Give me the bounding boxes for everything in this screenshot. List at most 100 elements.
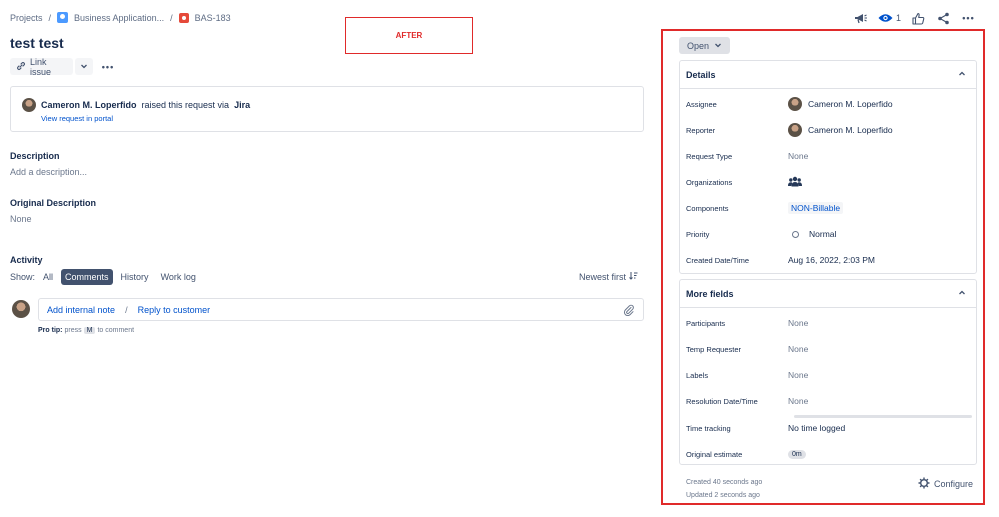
filter-comments[interactable]: Comments bbox=[61, 269, 113, 285]
created-date-value[interactable]: Aug 16, 2022, 2:03 PM bbox=[788, 255, 875, 265]
organizations-value[interactable] bbox=[788, 176, 802, 189]
paperclip-icon[interactable] bbox=[623, 304, 635, 317]
details-panel: Details Assignee Cameron M. Loperfido Re… bbox=[679, 60, 977, 274]
field-row-reporter: Reporter Cameron M. Loperfido bbox=[686, 120, 976, 140]
reply-to-customer-button[interactable]: Reply to customer bbox=[138, 305, 211, 315]
field-row-temp-requester: Temp Requester None bbox=[686, 339, 976, 359]
field-label: Reporter bbox=[686, 125, 716, 135]
time-tracking-value[interactable]: No time logged bbox=[788, 423, 845, 433]
issue-title[interactable]: test test bbox=[10, 35, 64, 51]
field-label: Original estimate bbox=[686, 449, 743, 459]
status-button[interactable]: Open bbox=[679, 37, 730, 54]
temp-requester-value[interactable]: None bbox=[788, 344, 808, 354]
raised-text: raised this request via bbox=[141, 100, 230, 110]
field-row-organizations: Organizations bbox=[686, 172, 976, 192]
field-label: Components bbox=[686, 203, 729, 213]
filter-history[interactable]: History bbox=[117, 269, 153, 285]
labels-value[interactable]: None bbox=[788, 370, 808, 380]
updated-timestamp: Updated 2 seconds ago bbox=[686, 492, 760, 499]
field-row-priority: Priority Normal bbox=[686, 224, 976, 244]
avatar bbox=[22, 98, 36, 112]
watch-button[interactable]: 1 bbox=[878, 11, 901, 25]
configure-button[interactable]: Configure bbox=[918, 477, 973, 491]
link-issue-dropdown-button[interactable] bbox=[75, 58, 93, 75]
breadcrumb-issue-key[interactable]: BAS-183 bbox=[195, 13, 231, 23]
field-row-created: Created Date/Time Aug 16, 2022, 2:03 PM bbox=[686, 250, 976, 270]
assignee-name: Cameron M. Loperfido bbox=[808, 99, 893, 109]
activity-filter-bar: Show: All Comments History Work log bbox=[10, 269, 200, 285]
description-label: Description bbox=[10, 151, 60, 161]
add-internal-note-button[interactable]: Add internal note bbox=[47, 305, 115, 315]
field-label: Request Type bbox=[686, 151, 733, 161]
share-icon[interactable] bbox=[936, 11, 951, 25]
request-type-value[interactable]: None bbox=[788, 151, 808, 161]
reporter-value[interactable]: Cameron M. Loperfido bbox=[788, 123, 893, 137]
project-avatar-icon bbox=[57, 12, 69, 23]
protip-label: Pro tip: bbox=[38, 327, 63, 334]
sort-order-button[interactable]: Newest first bbox=[579, 271, 638, 282]
filter-work-log[interactable]: Work log bbox=[157, 269, 200, 285]
created-timestamp: Created 40 seconds ago bbox=[686, 479, 763, 486]
pro-tip: Pro tip: press M to comment bbox=[38, 327, 134, 334]
request-origin-panel: Cameron M. Loperfido raised this request… bbox=[10, 86, 644, 132]
filter-all[interactable]: All bbox=[39, 269, 57, 285]
field-row-resolution-date: Resolution Date/Time None bbox=[686, 391, 976, 411]
breadcrumb-separator: / bbox=[170, 12, 173, 23]
field-label: Priority bbox=[686, 229, 710, 239]
resolution-date-value[interactable]: None bbox=[788, 396, 808, 406]
avatar bbox=[788, 97, 802, 111]
field-row-request-type: Request Type None bbox=[686, 146, 976, 166]
more-fields-panel: More fields Participants None Temp Reque… bbox=[679, 279, 977, 465]
priority-label: Normal bbox=[809, 229, 837, 239]
time-tracking-bar bbox=[794, 415, 972, 418]
sort-order-label: Newest first bbox=[579, 271, 627, 282]
megaphone-icon[interactable] bbox=[853, 11, 868, 25]
comment-editor[interactable]: Add internal note / Reply to customer bbox=[38, 298, 644, 321]
components-value[interactable]: NON-Billable bbox=[788, 202, 844, 214]
more-actions-button[interactable]: ••• bbox=[97, 58, 119, 75]
thumbs-up-icon[interactable] bbox=[911, 11, 926, 25]
original-description-label: Original Description bbox=[10, 198, 97, 208]
field-label: Assignee bbox=[686, 99, 717, 109]
breadcrumb: Projects / Business Application... / BAS… bbox=[10, 12, 231, 23]
more-fields-header[interactable]: More fields bbox=[680, 280, 976, 308]
show-label: Show: bbox=[10, 272, 36, 282]
watch-count: 1 bbox=[896, 13, 902, 23]
raiser-name[interactable]: Cameron M. Loperfido bbox=[41, 100, 137, 110]
field-row-time-tracking: Time tracking No time logged bbox=[686, 415, 976, 438]
link-issue-button[interactable]: Link issue bbox=[10, 56, 73, 77]
chevron-down-icon bbox=[80, 62, 88, 72]
field-label: Labels bbox=[686, 370, 709, 380]
component-chip[interactable]: NON-Billable bbox=[788, 202, 844, 214]
more-options-button[interactable]: ••• bbox=[961, 11, 976, 25]
field-label: Created Date/Time bbox=[686, 255, 750, 265]
chevron-up-icon[interactable] bbox=[958, 289, 966, 299]
sort-icon bbox=[629, 271, 638, 282]
request-origin-line: Cameron M. Loperfido raised this request… bbox=[22, 98, 250, 112]
original-description-value: None bbox=[10, 214, 32, 224]
chevron-up-icon[interactable] bbox=[958, 70, 966, 80]
field-label: Time tracking bbox=[686, 423, 731, 433]
view-request-portal-link[interactable]: View request in portal bbox=[41, 114, 113, 123]
breadcrumb-separator: / bbox=[48, 12, 52, 23]
details-header[interactable]: Details bbox=[680, 61, 976, 89]
issue-actions: 1 ••• bbox=[853, 11, 976, 25]
priority-value[interactable]: Normal bbox=[788, 229, 836, 239]
assignee-value[interactable]: Cameron M. Loperfido bbox=[788, 97, 893, 111]
avatar bbox=[788, 123, 802, 137]
field-label: Participants bbox=[686, 318, 726, 328]
issue-toolbar: Link issue ••• bbox=[10, 56, 119, 77]
participants-value[interactable]: None bbox=[788, 318, 808, 328]
field-row-labels: Labels None bbox=[686, 365, 976, 385]
protip-rest: to comment bbox=[97, 327, 135, 334]
breadcrumb-project[interactable]: Business Application... bbox=[74, 13, 164, 23]
field-label: Temp Requester bbox=[686, 344, 742, 354]
link-issue-label: Link issue bbox=[30, 56, 52, 77]
description-input[interactable]: Add a description... bbox=[10, 167, 87, 177]
field-row-original-estimate: Original estimate 0m bbox=[686, 444, 976, 464]
priority-icon bbox=[792, 230, 799, 238]
field-label: Resolution Date/Time bbox=[686, 396, 758, 406]
original-estimate-value[interactable]: 0m bbox=[788, 449, 806, 459]
after-annotation-label: AFTER bbox=[345, 17, 473, 54]
breadcrumb-projects[interactable]: Projects bbox=[10, 13, 43, 23]
